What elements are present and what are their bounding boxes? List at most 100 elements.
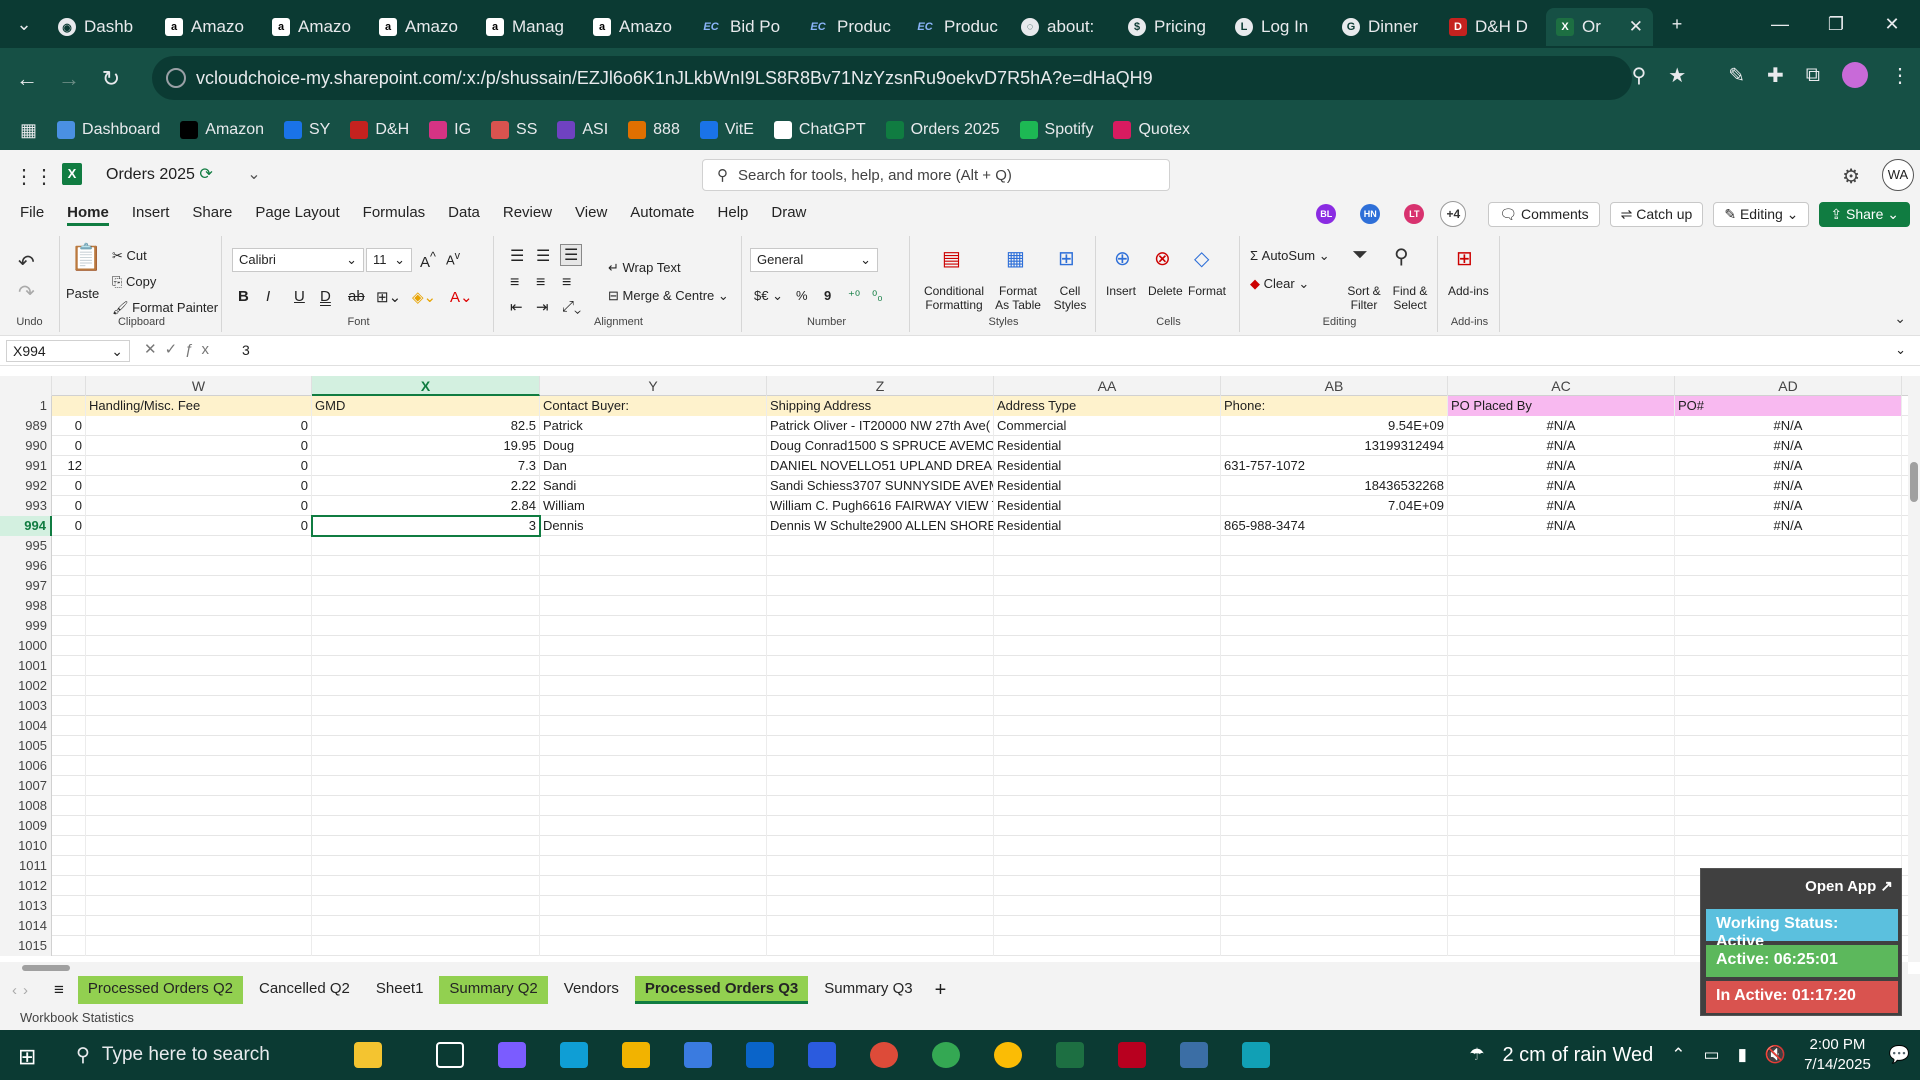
bookmark-star-icon[interactable]: ★ bbox=[1668, 63, 1686, 88]
empty-cell[interactable] bbox=[312, 576, 540, 596]
bookmark-item[interactable]: SS bbox=[491, 121, 537, 139]
empty-cell[interactable] bbox=[540, 716, 767, 736]
empty-cell[interactable] bbox=[1675, 776, 1902, 796]
row-number[interactable]: 1004 bbox=[0, 716, 52, 736]
empty-cell[interactable] bbox=[1675, 676, 1902, 696]
empty-cell[interactable] bbox=[52, 796, 86, 816]
row-number[interactable]: 1001 bbox=[0, 656, 52, 676]
increase-indent-icon[interactable]: ⇥ bbox=[536, 298, 549, 316]
bookmark-item[interactable]: VitE bbox=[699, 121, 754, 139]
chrome-icon[interactable] bbox=[870, 1042, 898, 1068]
decrease-decimal-icon[interactable]: ⁰₀ bbox=[872, 288, 883, 304]
clock[interactable]: 2:00 PM 7/14/2025 bbox=[1804, 1035, 1871, 1075]
empty-cell[interactable] bbox=[86, 896, 312, 916]
find-select-icon[interactable]: ⚲ bbox=[1394, 244, 1409, 269]
copilot-icon[interactable] bbox=[354, 1042, 382, 1068]
sheet-tab[interactable]: Vendors bbox=[554, 976, 629, 1004]
empty-cell[interactable] bbox=[52, 696, 86, 716]
empty-cell[interactable] bbox=[994, 596, 1221, 616]
name-box[interactable]: X994 ⌄ bbox=[6, 340, 130, 362]
empty-cell[interactable] bbox=[540, 696, 767, 716]
italic-icon[interactable]: I bbox=[266, 288, 270, 305]
empty-cell[interactable] bbox=[86, 916, 312, 936]
comments-button[interactable]: 🗨 Comments bbox=[1488, 201, 1600, 227]
empty-cell[interactable] bbox=[540, 596, 767, 616]
empty-cell[interactable] bbox=[1448, 856, 1675, 876]
empty-cell[interactable] bbox=[540, 936, 767, 956]
excel-logo-icon[interactable]: X bbox=[62, 163, 82, 185]
cell-x[interactable]: 7.3 bbox=[312, 456, 540, 476]
empty-cell[interactable] bbox=[86, 856, 312, 876]
empty-cell[interactable] bbox=[86, 616, 312, 636]
empty-cell[interactable] bbox=[1448, 796, 1675, 816]
menu-tab-data[interactable]: Data bbox=[448, 204, 480, 226]
empty-cell[interactable] bbox=[994, 796, 1221, 816]
vertical-scroll-thumb[interactable] bbox=[1910, 462, 1918, 502]
empty-cell[interactable] bbox=[1221, 656, 1448, 676]
wrap-text-button[interactable]: ↵ Wrap Text bbox=[608, 260, 681, 276]
row-number[interactable]: 992 bbox=[0, 476, 52, 496]
empty-cell[interactable] bbox=[540, 616, 767, 636]
empty-cell[interactable] bbox=[52, 576, 86, 596]
catch-up-button[interactable]: ⇌ Catch up bbox=[1609, 201, 1704, 227]
empty-cell[interactable] bbox=[540, 676, 767, 696]
empty-cell[interactable] bbox=[1448, 536, 1675, 556]
empty-cell[interactable] bbox=[994, 616, 1221, 636]
empty-cell[interactable] bbox=[767, 536, 994, 556]
calculator-icon[interactable] bbox=[1180, 1042, 1208, 1068]
empty-cell[interactable] bbox=[86, 576, 312, 596]
row-number[interactable]: 989 bbox=[0, 416, 52, 436]
row-number[interactable]: 999 bbox=[0, 616, 52, 636]
chrome-icon[interactable] bbox=[994, 1042, 1022, 1068]
cell-y[interactable]: Dennis bbox=[540, 516, 767, 536]
currency-icon[interactable]: $€ ⌄ bbox=[754, 288, 783, 304]
conditional-formatting-icon[interactable]: ▤ bbox=[942, 246, 961, 271]
empty-cell[interactable] bbox=[767, 576, 994, 596]
empty-cell[interactable] bbox=[1675, 616, 1902, 636]
bookmark-item[interactable]: Quotex bbox=[1113, 121, 1190, 139]
tray-chevron-icon[interactable]: ⌃ bbox=[1671, 1045, 1685, 1065]
delete-cells-button[interactable]: Delete bbox=[1148, 284, 1183, 298]
cell-ab[interactable]: 18436532268 bbox=[1221, 476, 1448, 496]
cell-y[interactable]: Sandi bbox=[540, 476, 767, 496]
apps-grid-icon[interactable]: ▦ bbox=[20, 120, 37, 141]
empty-cell[interactable] bbox=[312, 836, 540, 856]
battery-icon[interactable]: ▮ bbox=[1738, 1045, 1747, 1065]
insert-cells-button[interactable]: Insert bbox=[1106, 284, 1136, 298]
cell-ab[interactable]: 865-988-3474 bbox=[1221, 516, 1448, 536]
empty-cell[interactable] bbox=[1221, 696, 1448, 716]
empty-cell[interactable] bbox=[1221, 576, 1448, 596]
filezilla-icon[interactable] bbox=[1118, 1042, 1146, 1068]
empty-cell[interactable] bbox=[312, 596, 540, 616]
paste-icon[interactable]: 📋 bbox=[70, 242, 102, 273]
close-window-icon[interactable]: ✕ bbox=[1864, 0, 1920, 48]
task-view-icon[interactable] bbox=[436, 1042, 464, 1068]
conditional-formatting-button[interactable]: Conditional Formatting bbox=[916, 284, 992, 312]
empty-cell[interactable] bbox=[312, 876, 540, 896]
undo-icon[interactable]: ↶ bbox=[18, 250, 35, 275]
cell-aa[interactable]: Residential bbox=[994, 516, 1221, 536]
open-app-button[interactable]: Open App ↗ bbox=[1805, 877, 1893, 895]
cell-y[interactable]: Dan bbox=[540, 456, 767, 476]
cell-aa[interactable]: Commercial bbox=[994, 416, 1221, 436]
row-number[interactable]: 990 bbox=[0, 436, 52, 456]
cell-ad[interactable]: #N/A bbox=[1675, 516, 1902, 536]
empty-cell[interactable] bbox=[86, 776, 312, 796]
align-right-icon[interactable]: ≡ bbox=[562, 274, 571, 292]
empty-cell[interactable] bbox=[1675, 556, 1902, 576]
insert-cells-icon[interactable]: ⊕ bbox=[1114, 246, 1131, 271]
mute-icon[interactable]: 🔇 bbox=[1765, 1045, 1786, 1065]
empty-cell[interactable] bbox=[1675, 816, 1902, 836]
settings-gear-icon[interactable]: ⚙ bbox=[1842, 164, 1860, 189]
format-as-table-icon[interactable]: ▦ bbox=[1006, 246, 1025, 271]
row-number[interactable]: 1002 bbox=[0, 676, 52, 696]
empty-cell[interactable] bbox=[312, 816, 540, 836]
column-header[interactable]: Z bbox=[767, 376, 994, 396]
empty-cell[interactable] bbox=[86, 556, 312, 576]
empty-cell[interactable] bbox=[994, 836, 1221, 856]
reload-icon[interactable]: ↻ bbox=[90, 66, 132, 92]
empty-cell[interactable] bbox=[1675, 756, 1902, 776]
empty-cell[interactable] bbox=[1675, 716, 1902, 736]
formula-input[interactable]: 3 bbox=[242, 342, 250, 358]
new-tab-button[interactable]: + bbox=[1653, 14, 1701, 35]
